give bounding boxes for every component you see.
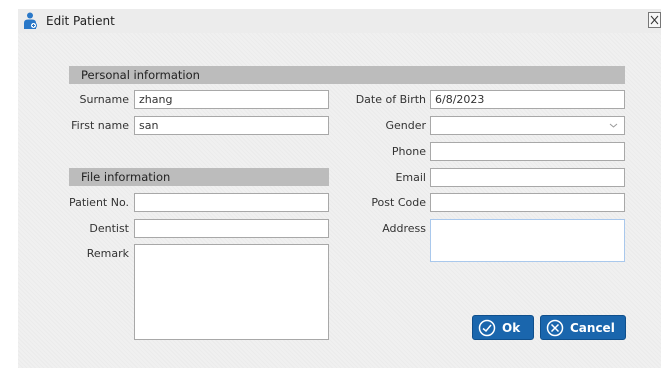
cancel-button-label: Cancel [570,321,615,335]
gender-label: Gender [385,119,426,132]
ok-button[interactable]: Ok [472,315,534,340]
first-name-label: First name [71,119,129,132]
post-code-label: Post Code [371,196,426,209]
dentist-input[interactable] [134,219,329,238]
personal-information-header: Personal information [69,66,625,84]
surname-input[interactable] [134,90,329,109]
dentist-label: Dentist [89,222,129,235]
file-information-header: File information [69,168,329,186]
email-label: Email [395,171,426,184]
surname-label: Surname [79,93,129,106]
cancel-button[interactable]: Cancel [540,315,626,340]
check-circle-icon [478,319,496,337]
close-button[interactable] [648,12,661,28]
remark-label: Remark [86,247,129,260]
address-label: Address [382,222,426,235]
email-input[interactable] [430,168,625,187]
x-circle-icon [546,319,564,337]
first-name-input[interactable] [134,116,329,135]
date-of-birth-label: Date of Birth [355,93,426,106]
remark-textarea[interactable] [134,244,329,340]
address-textarea[interactable] [430,219,625,262]
date-of-birth-input[interactable] [430,90,625,109]
window-title: Edit Patient [46,14,115,28]
post-code-input[interactable] [430,193,625,212]
phone-input[interactable] [430,142,625,161]
ok-button-label: Ok [502,321,521,335]
close-icon [650,15,659,25]
patient-icon [22,12,38,30]
patient-no-label: Patient No. [68,196,129,209]
chevron-down-icon [609,123,618,128]
phone-label: Phone [391,145,426,158]
dialog-body: Personal information Surname First name … [18,33,661,368]
patient-no-input[interactable] [134,193,329,212]
title-bar: Edit Patient [18,9,661,33]
gender-select[interactable] [430,116,625,135]
